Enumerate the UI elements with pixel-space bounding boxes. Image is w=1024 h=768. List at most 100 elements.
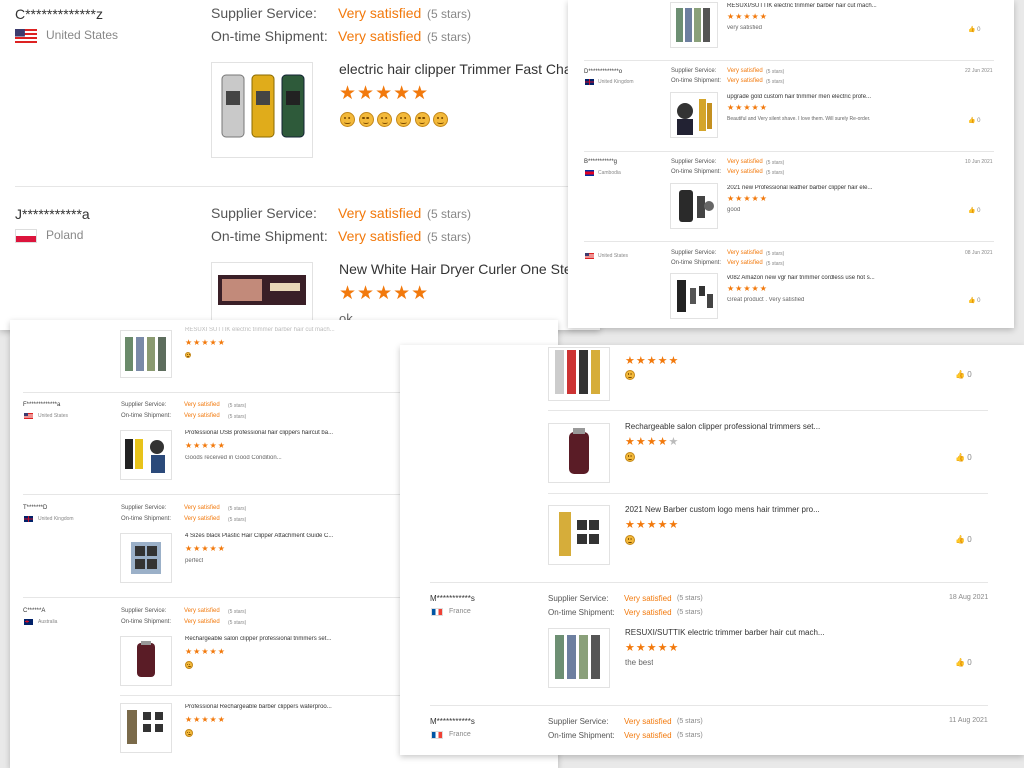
product-title[interactable]: Rechargeable salon clipper professional … xyxy=(625,422,885,431)
product-title[interactable]: RESUXI SUTTIK electric trimmer barber ha… xyxy=(185,327,425,333)
salon-clipper-product-image xyxy=(569,428,589,474)
product-title[interactable]: New White Hair Dryer Curler One Step xyxy=(339,261,579,277)
like-count: 0 xyxy=(967,370,972,379)
product-thumbnail[interactable] xyxy=(120,703,172,753)
smiley-emoji-icon xyxy=(185,352,191,358)
guide-comb-product-image xyxy=(131,542,161,574)
reviewer-country: United States xyxy=(46,28,119,42)
product-thumbnail[interactable] xyxy=(120,533,172,583)
star-rating: ★★★★★ xyxy=(185,338,226,347)
review-panel-top-right: RESUXI/SUTTIK electric trimmer barber ha… xyxy=(568,0,1014,328)
like-button[interactable]: 👍 0 xyxy=(955,453,972,462)
shipment-stars-count: (5 stars) xyxy=(677,609,703,616)
product-title[interactable]: v082 Amazon new vgr hair trimmer cordles… xyxy=(727,275,947,281)
supplier-service-value: Very satisfied xyxy=(624,717,672,726)
like-count: 0 xyxy=(977,208,981,214)
product-title[interactable]: 2021 new Professional leather barber cli… xyxy=(727,185,947,191)
like-button[interactable]: 👍 0 xyxy=(968,26,981,33)
smiley-emoji-icon xyxy=(340,112,355,128)
salon-clipper-product-image xyxy=(137,641,155,677)
shipment-label: On-time Shipment: xyxy=(211,228,328,244)
star-rating: ★★★★★ xyxy=(185,647,226,656)
product-thumbnail[interactable] xyxy=(120,330,172,378)
supplier-service-label: Supplier Service: xyxy=(671,68,717,74)
product-thumbnail[interactable] xyxy=(548,347,610,401)
flag-us-icon xyxy=(15,29,37,43)
trimmer-colors-product-image xyxy=(555,350,600,394)
reviewer-name: M***********s xyxy=(430,594,475,603)
clipper-product-image xyxy=(221,74,305,138)
shipment-value: Very satisfied xyxy=(727,260,763,266)
supplier-service-label: Supplier Service: xyxy=(211,205,317,221)
supplier-service-label: Supplier Service: xyxy=(548,717,609,726)
like-button[interactable]: 👍 0 xyxy=(955,535,972,544)
supplier-service-value: Very satisfied xyxy=(727,250,763,256)
like-button[interactable]: 👍 0 xyxy=(968,207,981,214)
product-title[interactable]: Professional USB professional hair clipp… xyxy=(185,430,425,436)
product-thumbnail[interactable] xyxy=(211,62,313,158)
like-button[interactable]: 👍 0 xyxy=(968,117,981,124)
star-rating: ★★★★★ xyxy=(185,441,226,450)
product-title[interactable]: Rechargeable salon clipper professional … xyxy=(185,636,425,642)
product-title[interactable]: electric hair clipper Trimmer Fast Char xyxy=(339,61,579,77)
smiley-emoji-icon xyxy=(433,112,449,128)
shipment-value: Very satisfied xyxy=(624,731,672,740)
product-thumbnail[interactable] xyxy=(548,628,610,688)
star-rating: ★★★★★ xyxy=(625,435,679,448)
product-title[interactable]: 2021 New Barber custom logo mens hair tr… xyxy=(625,505,885,514)
shipment-stars-count: (5 stars) xyxy=(228,517,247,523)
review-panel-large: C*************z United States Supplier S… xyxy=(0,0,600,330)
product-thumbnail[interactable] xyxy=(670,273,718,319)
product-thumbnail[interactable] xyxy=(670,92,718,138)
product-title[interactable]: upgrade gold custom hair trimmer men ele… xyxy=(727,94,947,100)
emoji-row xyxy=(340,111,449,128)
star-rating-on: ★★★★ xyxy=(625,436,669,448)
product-title[interactable]: 4 Sizes black Plastic Hair Clipper Attac… xyxy=(185,533,425,539)
review-date: 18 Aug 2021 xyxy=(949,594,989,601)
smiley-emoji-icon xyxy=(185,729,193,737)
product-thumbnail[interactable] xyxy=(548,505,610,565)
flag-uk-icon xyxy=(24,516,33,522)
supplier-service-value: Very satisfied xyxy=(184,608,220,614)
supplier-service-label: Supplier Service: xyxy=(671,159,717,165)
flag-us-icon xyxy=(585,253,594,259)
product-title[interactable]: Professional Rechargeable barber clipper… xyxy=(185,704,425,710)
product-thumbnail[interactable] xyxy=(120,636,172,686)
product-thumbnail[interactable] xyxy=(120,430,172,480)
shipment-stars-count: (5 stars) xyxy=(427,30,472,44)
product-thumbnail[interactable] xyxy=(548,423,610,483)
supplier-stars-count: (5 stars) xyxy=(677,718,703,725)
reviewer-country: France xyxy=(449,731,471,738)
product-thumbnail[interactable] xyxy=(670,183,718,229)
like-button[interactable]: 👍 0 xyxy=(968,297,981,304)
cordless-trimmer-product-image xyxy=(677,280,713,312)
trimmer-set-product-image xyxy=(125,337,166,371)
product-thumbnail[interactable] xyxy=(211,262,313,324)
like-button[interactable]: 👍 0 xyxy=(955,658,972,667)
supplier-service-value: Very satisfied xyxy=(338,205,422,221)
smiley-emoji-icon xyxy=(395,112,411,128)
shipment-label: On-time Shipment: xyxy=(548,608,615,617)
shipment-stars-count: (5 stars) xyxy=(228,414,247,420)
supplier-stars-count: (5 stars) xyxy=(228,403,247,409)
product-thumbnail[interactable] xyxy=(670,2,718,48)
emoji-row xyxy=(625,370,635,380)
shipment-label: On-time Shipment: xyxy=(548,731,615,740)
star-rating: ★★★★★ xyxy=(339,283,430,304)
emoji-row xyxy=(185,661,193,669)
reviewer-name: D*************o xyxy=(584,69,623,75)
shipment-stars-count: (5 stars) xyxy=(766,79,785,85)
star-rating: ★★★★★ xyxy=(339,83,430,104)
like-count: 0 xyxy=(977,298,981,304)
supplier-stars-count: (5 stars) xyxy=(766,251,785,257)
like-count: 0 xyxy=(977,118,981,124)
like-button[interactable]: 👍 0 xyxy=(955,370,972,379)
supplier-stars-count: (5 stars) xyxy=(228,506,247,512)
reviewer-name: F*************a xyxy=(23,402,61,408)
shipment-label: On-time Shipment: xyxy=(121,619,172,625)
emoji-row xyxy=(625,452,635,462)
supplier-stars-count: (5 stars) xyxy=(766,160,785,166)
product-title[interactable]: RESUXI/SUTTIK electric trimmer barber ha… xyxy=(727,3,947,9)
product-title[interactable]: RESUXI/SUTTIK electric trimmer barber ha… xyxy=(625,628,885,637)
shipment-stars-count: (5 stars) xyxy=(766,261,785,267)
